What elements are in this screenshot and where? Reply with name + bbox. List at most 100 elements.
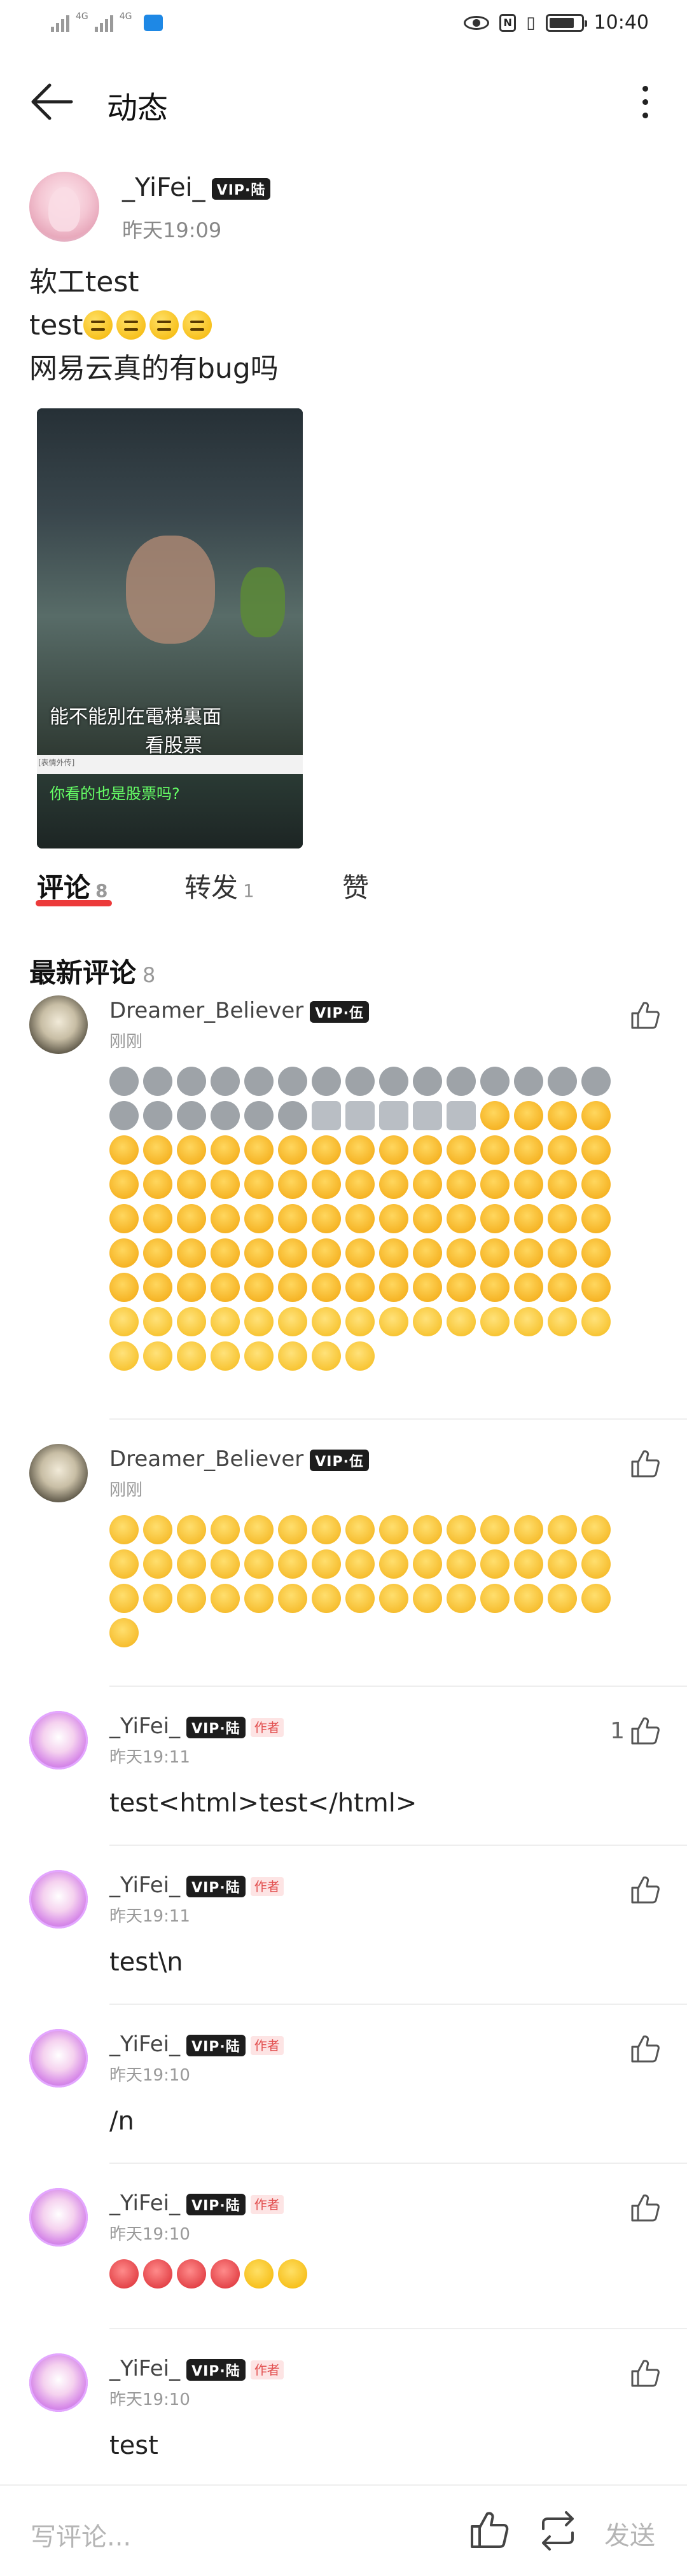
unamused-emoji bbox=[244, 1515, 274, 1544]
cat-emoji bbox=[345, 1135, 375, 1165]
sneeze-emoji bbox=[413, 1307, 442, 1336]
cat-emoji bbox=[278, 1238, 307, 1268]
unamused-emoji bbox=[278, 1515, 307, 1544]
avatar[interactable] bbox=[29, 1870, 88, 1929]
cat-emoji bbox=[514, 1238, 543, 1268]
comment-like-button[interactable]: 1 bbox=[610, 1716, 660, 1745]
unamused-emoji bbox=[211, 1584, 240, 1613]
like-thumb-icon[interactable] bbox=[630, 1716, 660, 1745]
like-thumb-icon[interactable] bbox=[630, 1875, 660, 1904]
send-button[interactable]: 发送 bbox=[604, 2515, 655, 2552]
comment-author[interactable]: Dreamer_Believer VIP·伍 bbox=[109, 1446, 369, 1472]
post-author[interactable]: _YiFei_ VIP·陆 bbox=[122, 173, 271, 202]
comment-input[interactable]: 写评论... bbox=[31, 2516, 131, 2553]
unamused-emoji bbox=[480, 1515, 510, 1544]
like-thumb-icon[interactable] bbox=[630, 2358, 660, 2388]
alien-emoji bbox=[177, 1067, 206, 1096]
unamused-emoji bbox=[177, 1584, 206, 1613]
sneeze-emoji bbox=[345, 1307, 375, 1336]
cat-emoji bbox=[177, 1204, 206, 1233]
image-strip bbox=[37, 755, 303, 774]
avatar[interactable] bbox=[29, 2188, 88, 2247]
unamused-emoji bbox=[379, 1515, 408, 1544]
comment-like-button[interactable] bbox=[630, 2193, 660, 2222]
tab-comments[interactable]: 评论 8 bbox=[37, 866, 108, 905]
unamused-emoji bbox=[177, 1515, 206, 1544]
like-icon[interactable] bbox=[468, 2510, 510, 2549]
repost-icon[interactable] bbox=[537, 2511, 579, 2551]
cat-emoji bbox=[514, 1101, 543, 1130]
comment-author[interactable]: _YiFei_ VIP·陆 作者 bbox=[109, 2356, 284, 2381]
cat-emoji bbox=[345, 1273, 375, 1302]
comment-author[interactable]: Dreamer_Believer VIP·伍 bbox=[109, 998, 369, 1023]
comment-author[interactable]: _YiFei_ VIP·陆 作者 bbox=[109, 2191, 284, 2216]
signal-label-2: 4G bbox=[119, 11, 132, 22]
cat-emoji bbox=[480, 1101, 510, 1130]
unamused-emoji bbox=[345, 1584, 375, 1613]
comment-author[interactable]: _YiFei_ VIP·陆 作者 bbox=[109, 1714, 284, 1739]
like-thumb-icon[interactable] bbox=[630, 2193, 660, 2222]
image-tag: [表情外传] bbox=[38, 758, 75, 767]
active-tab-indicator bbox=[36, 900, 112, 906]
sneeze-emoji bbox=[109, 1341, 139, 1371]
post-author-name[interactable]: _YiFei_ bbox=[122, 173, 205, 202]
alien-emoji bbox=[211, 1067, 240, 1096]
avatar[interactable] bbox=[29, 172, 99, 242]
tab-likes[interactable]: 赞 bbox=[342, 866, 369, 905]
cat-emoji bbox=[211, 1238, 240, 1268]
sneeze-emoji bbox=[548, 1307, 577, 1336]
alien-emoji bbox=[379, 1067, 408, 1096]
avatar[interactable] bbox=[29, 1444, 88, 1502]
comment-author[interactable]: _YiFei_ VIP·陆 作者 bbox=[109, 1873, 284, 1898]
comment-like-button[interactable] bbox=[630, 1875, 660, 1904]
sneeze-emoji bbox=[143, 1307, 172, 1336]
robot-emoji bbox=[447, 1101, 476, 1130]
comment-time: 昨天19:10 bbox=[109, 2225, 190, 2244]
unamused-emoji bbox=[413, 1515, 442, 1544]
comment-like-button[interactable] bbox=[630, 1001, 660, 1030]
unamused-emoji bbox=[312, 1515, 341, 1544]
cat-emoji bbox=[109, 1238, 139, 1268]
cat-emoji bbox=[278, 1204, 307, 1233]
comment-like-button[interactable] bbox=[630, 2358, 660, 2388]
comment-author[interactable]: _YiFei_ VIP·陆 作者 bbox=[109, 2032, 284, 2057]
like-thumb-icon[interactable] bbox=[630, 1001, 660, 1030]
signal-icon-2 bbox=[94, 14, 113, 32]
comment-time: 刚刚 bbox=[109, 1032, 143, 1051]
comment-like-button[interactable] bbox=[630, 2034, 660, 2063]
unamused-emoji bbox=[514, 1549, 543, 1579]
sneeze-emoji bbox=[379, 1307, 408, 1336]
like-thumb-icon[interactable] bbox=[630, 1449, 660, 1478]
unamused-emoji bbox=[581, 1584, 611, 1613]
cat-emoji bbox=[278, 1135, 307, 1165]
more-options-icon[interactable] bbox=[632, 79, 658, 125]
cat-emoji bbox=[581, 1170, 611, 1199]
unamused-emoji bbox=[211, 1515, 240, 1544]
post-content: 软工test test 网易云真的有bug吗 bbox=[29, 261, 279, 391]
unamused-emoji bbox=[312, 1584, 341, 1613]
comment-divider bbox=[109, 1845, 687, 1846]
tab-reposts[interactable]: 转发 1 bbox=[184, 866, 254, 905]
cat-emoji bbox=[312, 1273, 341, 1302]
avatar[interactable] bbox=[29, 1711, 88, 1769]
image-subtitle: 能不能別在電梯裏面 bbox=[50, 706, 221, 728]
unamused-emoji bbox=[379, 1584, 408, 1613]
author-tag: 作者 bbox=[250, 1876, 284, 1896]
unamused-emoji bbox=[447, 1515, 476, 1544]
cat-emoji bbox=[413, 1170, 442, 1199]
cat-emoji bbox=[312, 1170, 341, 1199]
comment-time: 刚刚 bbox=[109, 1481, 143, 1500]
like-thumb-icon[interactable] bbox=[630, 2034, 660, 2063]
cat-emoji bbox=[211, 1135, 240, 1165]
avatar[interactable] bbox=[29, 995, 88, 1054]
alien-emoji bbox=[447, 1067, 476, 1096]
cat-emoji bbox=[548, 1101, 577, 1130]
post-image[interactable]: 能不能別在電梯裏面 看股票 [表情外传] 你看的也是股票吗? bbox=[37, 408, 303, 848]
cat-emoji bbox=[312, 1135, 341, 1165]
alien-emoji bbox=[581, 1067, 611, 1096]
cat-emoji bbox=[413, 1204, 442, 1233]
comment-like-button[interactable] bbox=[630, 1449, 660, 1478]
avatar[interactable] bbox=[29, 2029, 88, 2088]
avatar[interactable] bbox=[29, 2353, 88, 2412]
back-arrow-icon[interactable] bbox=[29, 81, 74, 122]
